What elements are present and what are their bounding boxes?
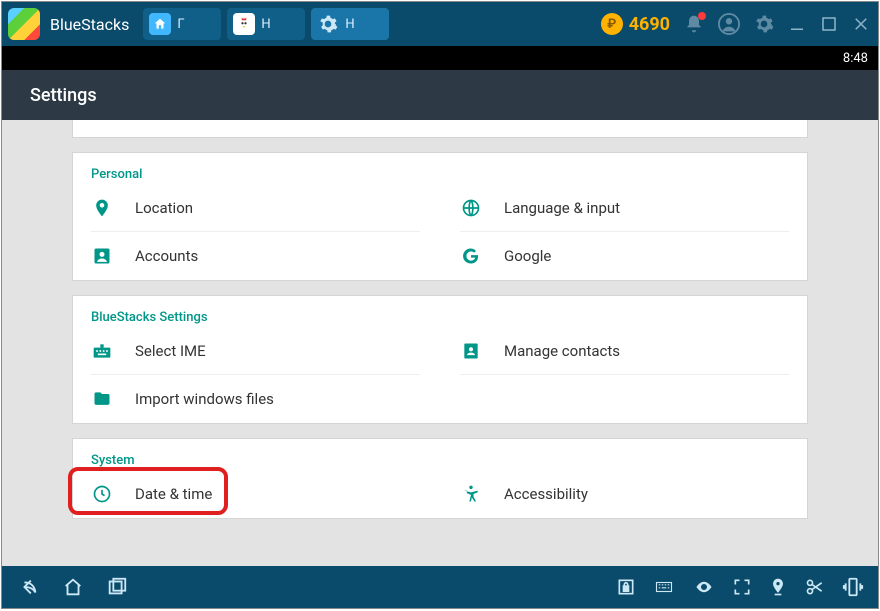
- titlebar-right: ₽ 4690: [601, 13, 870, 35]
- maximize-button[interactable]: [820, 15, 838, 33]
- globe-icon: [460, 197, 482, 219]
- page-title: Settings: [30, 85, 97, 106]
- tab-strip: Г H H: [143, 8, 389, 40]
- minimize-button[interactable]: [788, 15, 806, 33]
- app-title: BlueStacks: [50, 15, 129, 34]
- row-manage-contacts[interactable]: Manage contacts: [460, 327, 789, 375]
- android-statusbar: 8:48: [2, 46, 878, 70]
- section-title: System: [91, 453, 789, 468]
- card-strip: [72, 120, 808, 138]
- rotation-lock-icon[interactable]: [616, 577, 636, 597]
- row-select-ime[interactable]: Select IME: [91, 327, 420, 375]
- location-icon: [91, 197, 113, 219]
- tab-label: Г: [177, 17, 184, 32]
- fullscreen-icon[interactable]: [732, 577, 752, 597]
- clock-icon: [91, 483, 113, 505]
- content-area: Personal Location Language & input: [2, 120, 878, 566]
- tab-label: H: [345, 17, 354, 32]
- google-icon: [460, 245, 482, 267]
- keyboard-icon[interactable]: [652, 578, 676, 596]
- home-icon[interactable]: [60, 576, 86, 598]
- gear-icon: [317, 13, 339, 35]
- section-personal: Personal Location Language & input: [72, 152, 808, 281]
- bell-icon[interactable]: [684, 14, 704, 34]
- section-bluestacks: BlueStacks Settings Select IME Manage co…: [72, 295, 808, 424]
- folder-icon: [91, 388, 113, 410]
- gear-icon[interactable]: [754, 14, 774, 34]
- clock: 8:48: [843, 51, 868, 66]
- location-icon[interactable]: [768, 577, 788, 597]
- accessibility-icon: [460, 483, 482, 505]
- row-location[interactable]: Location: [91, 184, 420, 232]
- section-system: System Date & time Accessibility: [72, 438, 808, 519]
- navigation-bar: [2, 566, 878, 608]
- row-label: Google: [504, 247, 551, 265]
- section-title: Personal: [91, 167, 789, 182]
- scissors-icon[interactable]: [804, 577, 826, 597]
- chicken-icon: [233, 13, 255, 35]
- account-box-icon: [91, 245, 113, 267]
- recents-icon[interactable]: [104, 576, 130, 598]
- contacts-icon: [460, 340, 482, 362]
- row-accessibility[interactable]: Accessibility: [460, 470, 789, 518]
- row-label: Import windows files: [135, 390, 274, 408]
- row-label: Accounts: [135, 247, 198, 265]
- bluestacks-logo-icon: [8, 8, 40, 40]
- settings-header: Settings: [2, 70, 878, 120]
- row-date-time[interactable]: Date & time: [91, 470, 420, 518]
- row-label: Select IME: [135, 342, 206, 360]
- row-label: Date & time: [135, 485, 212, 503]
- row-label: Language & input: [504, 199, 620, 217]
- close-button[interactable]: [852, 15, 870, 33]
- keyboard-icon: [91, 340, 113, 362]
- coin-balance[interactable]: ₽ 4690: [601, 13, 670, 35]
- row-label: Location: [135, 199, 193, 217]
- shake-icon[interactable]: [842, 576, 864, 598]
- row-label: Accessibility: [504, 485, 588, 503]
- app-window: BlueStacks Г H H: [1, 1, 879, 609]
- tab-app[interactable]: H: [227, 8, 305, 40]
- row-accounts[interactable]: Accounts: [91, 232, 420, 280]
- coin-icon: ₽: [601, 13, 623, 35]
- row-import-files[interactable]: Import windows files: [91, 375, 420, 423]
- tab-label: H: [261, 17, 270, 32]
- coin-amount: 4690: [629, 14, 670, 35]
- back-icon[interactable]: [16, 576, 42, 598]
- eye-icon[interactable]: [692, 578, 716, 596]
- row-label: Manage contacts: [504, 342, 620, 360]
- home-icon: [149, 13, 171, 35]
- section-title: BlueStacks Settings: [91, 310, 789, 325]
- row-language[interactable]: Language & input: [460, 184, 789, 232]
- account-icon[interactable]: [718, 13, 740, 35]
- tab-home[interactable]: Г: [143, 8, 221, 40]
- tab-settings[interactable]: H: [311, 8, 389, 40]
- empty-cell: [460, 375, 789, 423]
- row-google[interactable]: Google: [460, 232, 789, 280]
- titlebar: BlueStacks Г H H: [2, 2, 878, 46]
